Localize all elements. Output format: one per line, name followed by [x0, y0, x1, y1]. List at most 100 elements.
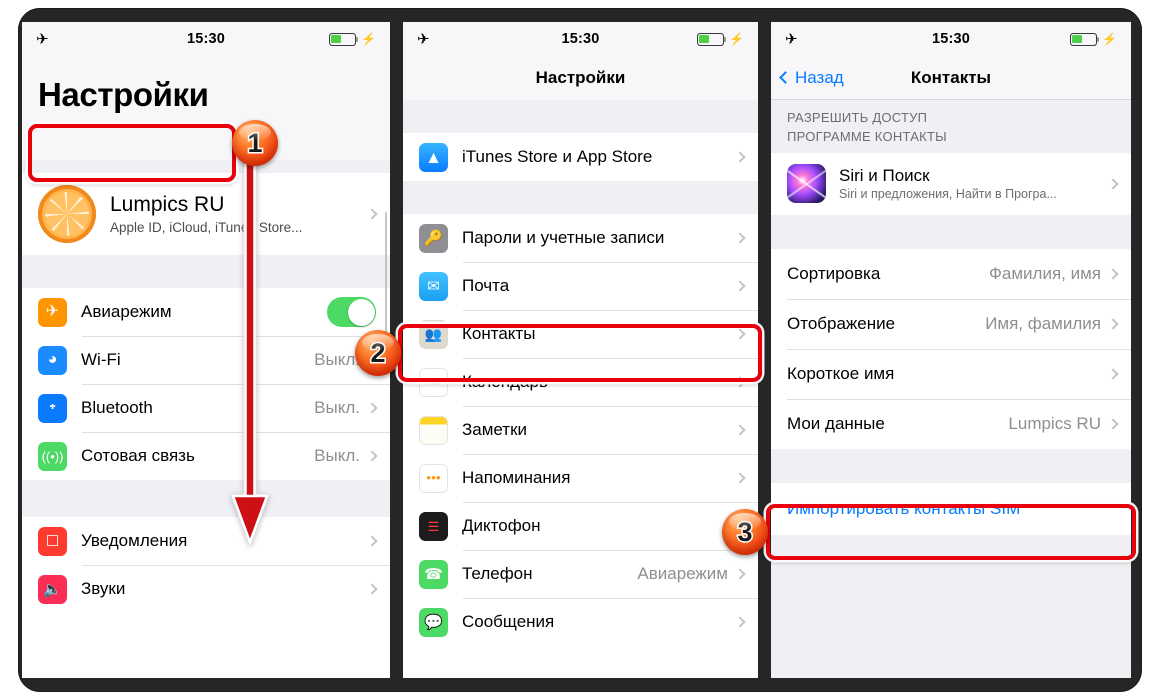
voice-memos-icon: ☰	[419, 511, 448, 541]
battery-icon	[329, 32, 359, 46]
row-label: Сообщения	[462, 612, 555, 631]
settings-row-messages[interactable]: 💬 Сообщения	[403, 598, 758, 646]
settings-row-mail[interactable]: ✉ Почта	[403, 262, 758, 310]
step-badge-3-number: 3	[736, 516, 754, 547]
row-label: Короткое имя	[787, 363, 895, 383]
chevron-right-icon	[366, 583, 378, 595]
row-label: Почта	[462, 276, 510, 295]
back-button-label: Назад	[795, 67, 844, 87]
import-sim-contacts-row[interactable]: Импортировать контакты SIM	[771, 482, 1131, 535]
settings-row-my-info[interactable]: Мои данные Lumpics RU	[771, 398, 1131, 449]
settings-row-reminders[interactable]: ●●● Напоминания	[403, 454, 758, 502]
chevron-left-icon	[779, 71, 792, 84]
contacts-icon: 👥	[419, 319, 448, 349]
list-gap	[403, 100, 758, 133]
cellular-icon: ((•))	[38, 441, 67, 471]
list-gap	[771, 214, 1131, 249]
row-value: Фамилия, имя	[988, 263, 1101, 283]
chevron-right-icon	[1107, 268, 1119, 280]
airplane-mode-toggle[interactable]	[327, 297, 376, 327]
screenshot-stage: ✈ 15:30 ⚡ Настройки Lumpics RU Apple ID,…	[0, 0, 1160, 700]
row-label: Отображение	[787, 313, 896, 333]
back-button[interactable]: Назад	[771, 68, 844, 88]
row-label: Заметки	[462, 420, 528, 439]
chevron-right-icon	[734, 151, 746, 163]
settings-row-passwords-accounts[interactable]: 🔑 Пароли и учетные записи	[403, 214, 758, 262]
settings-row-bluetooth[interactable]: ᛭ Bluetooth Выкл.	[22, 384, 390, 432]
notes-icon	[419, 415, 448, 445]
row-label: Телефон	[462, 564, 533, 583]
settings-row-calendar[interactable]: ■■■ Календарь	[403, 358, 758, 406]
contacts-options-group: Сортировка Фамилия, имя Отображение Имя,…	[771, 248, 1131, 449]
large-title-bar: Настройки	[22, 56, 390, 160]
siri-text: Siri и Поиск Siri и предложения, Найти в…	[839, 166, 1109, 201]
chevron-right-icon	[734, 328, 746, 340]
status-bar-time: 15:30	[561, 31, 600, 47]
chevron-right-icon	[366, 402, 378, 414]
row-value: Авиарежим	[637, 564, 728, 583]
phone-screen-contacts-settings: ✈ 15:30 ⚡ Назад Контакты РАЗРЕШИТЬ ДОСТУ…	[771, 22, 1131, 678]
page-title: Настройки	[38, 76, 209, 113]
row-label: Уведомления	[81, 531, 188, 550]
settings-row-short-name[interactable]: Короткое имя	[771, 348, 1131, 399]
sounds-icon: 🔈	[38, 574, 67, 604]
status-bar-time: 15:30	[186, 31, 226, 47]
siri-icon	[787, 164, 826, 204]
settings-row-wifi[interactable]: ◕ Wi-Fi Выкл.	[22, 336, 390, 384]
row-label: iTunes Store и App Store	[462, 147, 653, 166]
charging-bolt-icon: ⚡	[361, 32, 376, 46]
list-gap-3	[771, 534, 1131, 678]
chevron-right-icon	[1107, 368, 1119, 380]
settings-row-contacts[interactable]: 👥 Контакты	[403, 310, 758, 358]
settings-row-phone[interactable]: ☎ Телефон Авиарежим	[403, 550, 758, 598]
scrollbar[interactable]	[384, 212, 387, 332]
chevron-right-icon	[1107, 318, 1119, 330]
settings-row-voice-memos[interactable]: ☰ Диктофон	[403, 502, 758, 550]
mail-icon: ✉	[419, 271, 448, 301]
settings-row-sort-order[interactable]: Сортировка Фамилия, имя	[771, 248, 1131, 299]
step-badge-1: 1	[232, 120, 278, 166]
wifi-icon: ◕	[38, 345, 67, 375]
chevron-right-icon	[734, 568, 746, 580]
chevron-right-icon	[366, 450, 378, 462]
status-bar: ✈ 15:30 ⚡	[22, 22, 390, 56]
step-badge-2-number: 2	[369, 337, 387, 368]
row-label: Авиарежим	[81, 302, 172, 321]
reminders-icon: ●●●	[419, 463, 448, 493]
row-label: Bluetooth	[81, 398, 153, 417]
connectivity-group: ✈ Авиарежим ◕ Wi-Fi Выкл. ᛭ Bluetooth Вы…	[22, 288, 390, 480]
row-label: Напоминания	[462, 468, 571, 487]
chevron-right-icon	[366, 208, 378, 220]
import-group: Импортировать контакты SIM	[771, 482, 1131, 535]
status-bar-right: ⚡	[1047, 32, 1117, 46]
row-value: Выкл.	[314, 446, 360, 465]
settings-row-itunes-app-store[interactable]: ▲ iTunes Store и App Store	[403, 133, 758, 181]
apple-id-row[interactable]: Lumpics RU Apple ID, iCloud, iTunes Stor…	[22, 173, 390, 255]
status-bar: ✈ 15:30 ⚡	[403, 22, 758, 56]
airplane-icon: ✈	[785, 30, 798, 48]
settings-row-sounds[interactable]: 🔈 Звуки	[22, 565, 390, 613]
settings-row-cellular[interactable]: ((•)) Сотовая связь Выкл.	[22, 432, 390, 480]
passwords-icon: 🔑	[419, 223, 448, 253]
list-gap-2	[22, 255, 390, 288]
nav-bar: Назад Контакты	[771, 56, 1131, 100]
settings-row-notifications[interactable]: ☐ Уведомления	[22, 517, 390, 565]
section-header: РАЗРЕШИТЬ ДОСТУП ПРОГРАММЕ КОНТАКТЫ	[771, 100, 1131, 153]
apps-group: 🔑 Пароли и учетные записи ✉ Почта 👥 Конт…	[403, 214, 758, 646]
notifications-icon: ☐	[38, 526, 67, 556]
charging-bolt-icon: ⚡	[1102, 32, 1117, 46]
settings-row-display-order[interactable]: Отображение Имя, фамилия	[771, 298, 1131, 349]
account-group: Lumpics RU Apple ID, iCloud, iTunes Stor…	[22, 173, 390, 255]
list-gap	[22, 160, 390, 173]
step-badge-3: 3	[722, 509, 768, 555]
avatar	[38, 185, 96, 243]
settings-row-siri-search[interactable]: Siri и Поиск Siri и предложения, Найти в…	[771, 152, 1131, 215]
settings-row-airplane-mode[interactable]: ✈ Авиарежим	[22, 288, 390, 336]
nav-bar: Настройки	[403, 56, 758, 100]
status-bar-left: ✈	[36, 32, 106, 47]
battery-icon	[1070, 32, 1100, 46]
row-label: Звуки	[81, 579, 126, 598]
row-value: Выкл.	[314, 398, 360, 417]
settings-row-notes[interactable]: Заметки	[403, 406, 758, 454]
messages-icon: 💬	[419, 607, 448, 637]
